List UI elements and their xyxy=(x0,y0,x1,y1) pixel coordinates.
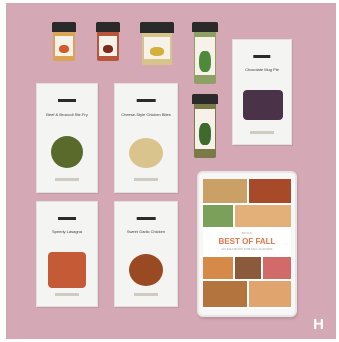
meal-kit-bag-3: Chocolate Mug Pie xyxy=(232,39,292,145)
ebook-cover: BOOK BEST OF FALL AN IDEA BOOK FOR FALL … xyxy=(203,179,291,309)
bag-title: Speedy Lasagna xyxy=(51,229,83,235)
meal-kit-bag-4: Speedy Lasagna xyxy=(36,201,98,307)
bag-title: Chocolate Mug Pie xyxy=(245,67,279,73)
bag-title: Cheese-Style Chicken Bites xyxy=(121,112,171,118)
spice-jar-5 xyxy=(192,94,218,158)
spice-jar-4 xyxy=(192,22,218,84)
spice-jar-3 xyxy=(140,22,174,65)
ebook-tablet: BOOK BEST OF FALL AN IDEA BOOK FOR FALL … xyxy=(197,171,297,317)
meal-kit-bag-2: Cheese-Style Chicken Bites xyxy=(114,83,178,193)
meal-kit-bag-5: Sweet Garlic Chicken xyxy=(114,201,178,307)
panel-letter: H xyxy=(313,316,324,333)
product-photo-panel: Beef & Broccoli Stir-Fry Cheese-Style Ch… xyxy=(6,3,336,339)
bag-title: Sweet Garlic Chicken xyxy=(126,229,166,235)
spice-jar-1 xyxy=(52,22,76,61)
bag-title: Beef & Broccoli Stir-Fry xyxy=(46,112,88,118)
meal-kit-bag-1: Beef & Broccoli Stir-Fry xyxy=(36,83,98,193)
ebook-subtitle: AN IDEA BOOK FOR FALL FLAVORS xyxy=(221,247,273,251)
spice-jar-2 xyxy=(96,22,120,61)
ebook-title: BEST OF FALL xyxy=(218,237,276,246)
ebook-brand: BOOK xyxy=(241,231,253,235)
